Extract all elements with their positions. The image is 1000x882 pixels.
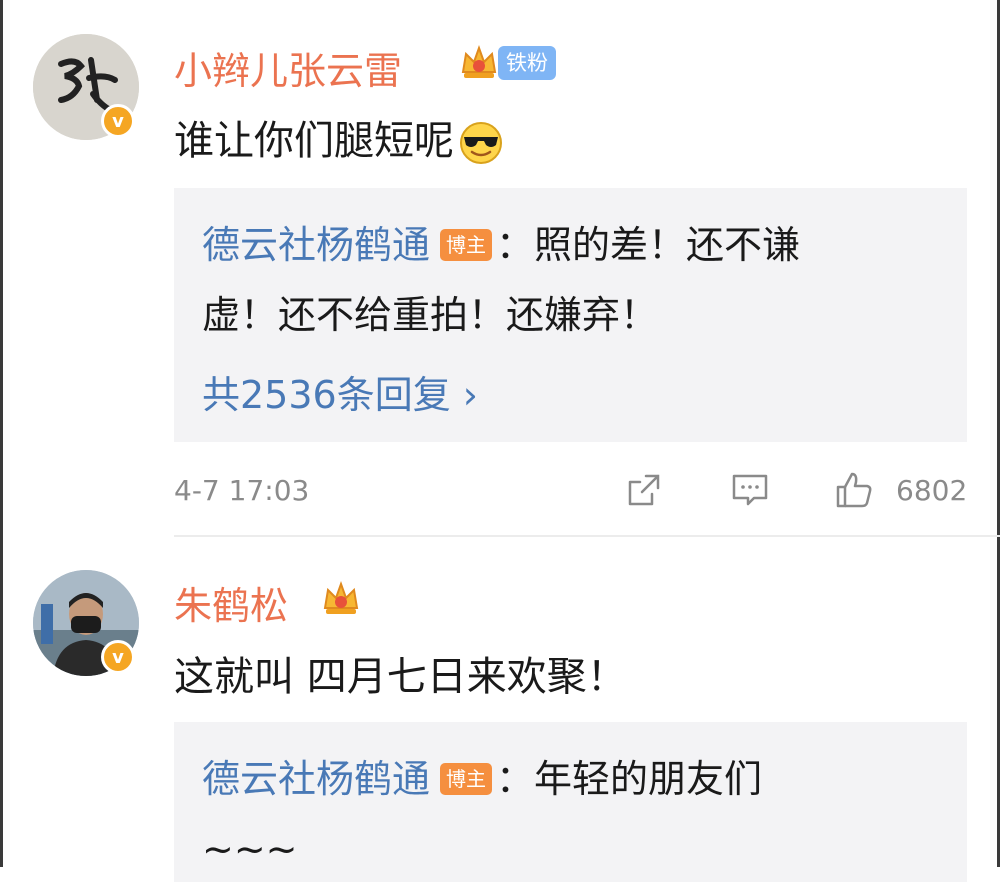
crown-badge-icon xyxy=(461,45,497,78)
reply-line-2: 虚！还不给重拍！还嫌弃！ xyxy=(202,293,659,337)
reply-preview-box[interactable]: 德云社杨鹤通 博主 ：照的差！还不谦 虚！还不给重拍！还嫌弃！ 共2536条回复 › xyxy=(174,188,967,442)
reply-line-2: ~~~ xyxy=(202,827,298,871)
reply-preview-box[interactable]: 德云社杨鹤通 博主 ：年轻的朋友们 ~~~ xyxy=(174,722,967,882)
verified-badge-icon: v xyxy=(101,640,135,674)
like-count: 6802 xyxy=(896,474,968,507)
view-replies-link[interactable]: 共2536条回复 › xyxy=(202,364,478,419)
verified-badge-icon: v xyxy=(101,104,135,138)
reply-line-1: 德云社杨鹤通 博主 ：年轻的朋友们 xyxy=(202,760,762,801)
reply-text: ：年轻的朋友们 xyxy=(496,757,763,801)
username[interactable]: 朱鹤松 xyxy=(174,575,288,630)
timestamp: 4-7 17:03 xyxy=(174,474,310,507)
comment-text-content: 谁让你们腿短呢 xyxy=(174,118,454,164)
username[interactable]: 小辫儿张云雷 xyxy=(174,40,402,95)
reply-text: ：照的差！还不谦 xyxy=(496,223,801,267)
comment-item: v 小辫儿张云雷 铁粉 谁让你们腿短呢 德云社杨鹤通 博主 ：照的差！还不谦 虚！还… xyxy=(0,0,1000,540)
fan-badge: 铁粉 xyxy=(498,46,556,80)
comment-text: 这就叫 四月七日来欢聚！ xyxy=(174,654,627,700)
host-badge: 博主 xyxy=(440,228,493,261)
host-badge: 博主 xyxy=(440,762,493,795)
crown-badge-icon xyxy=(323,581,359,614)
reply-line-1: 德云社杨鹤通 博主 ：照的差！还不谦 xyxy=(202,226,800,267)
comment-icon[interactable] xyxy=(730,470,770,510)
sunglasses-emoji-icon xyxy=(460,122,502,164)
comment-meta: 4-7 17:03 6802 xyxy=(0,470,1000,512)
like-icon[interactable] xyxy=(834,470,874,510)
comment-text: 谁让你们腿短呢 xyxy=(174,108,504,166)
comment-item: v 朱鹤松 这就叫 四月七日来欢聚！ 德云社杨鹤通 博主 ：年轻的朋友们 ~~~ xyxy=(0,540,1000,882)
share-icon[interactable] xyxy=(624,470,664,510)
reply-author[interactable]: 德云社杨鹤通 xyxy=(202,223,430,267)
reply-author[interactable]: 德云社杨鹤通 xyxy=(202,757,430,801)
divider xyxy=(174,535,1000,537)
